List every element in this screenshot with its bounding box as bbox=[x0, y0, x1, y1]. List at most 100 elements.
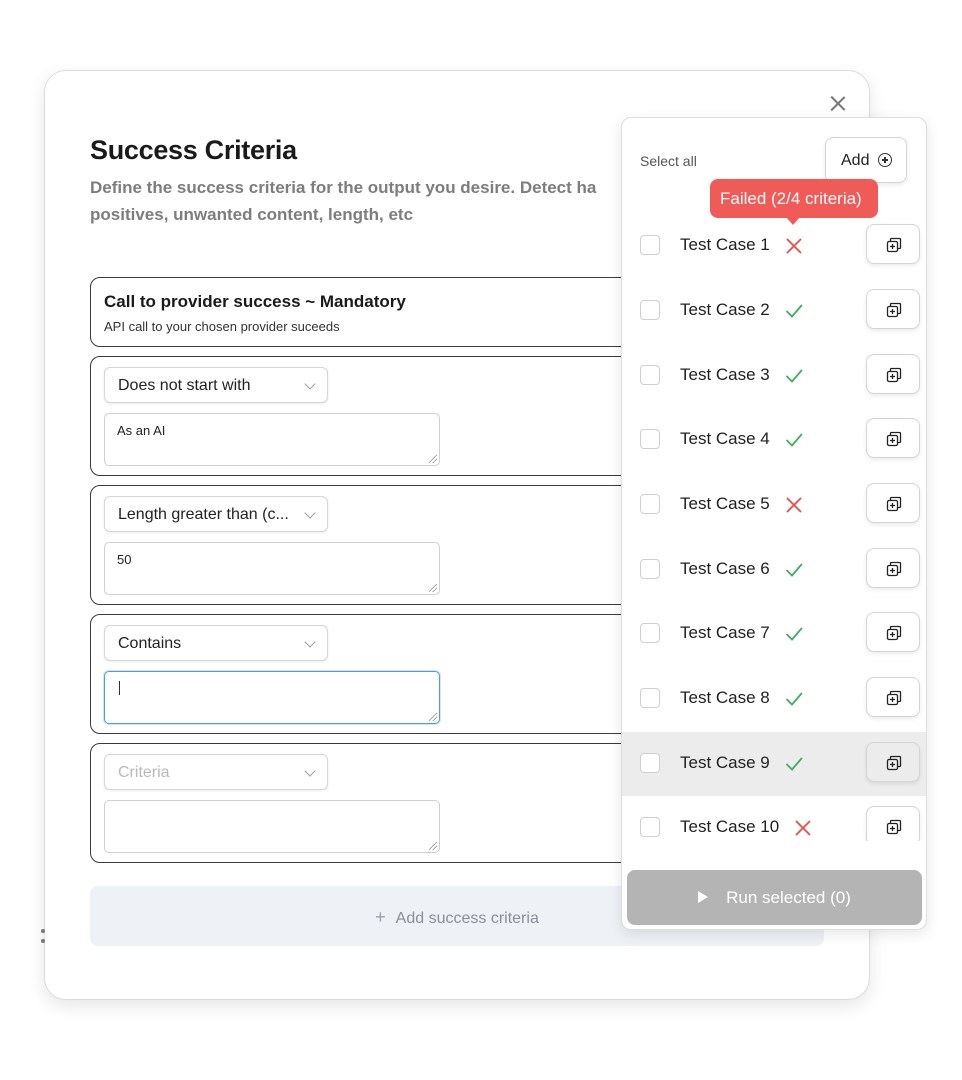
description-line-1: Define the success criteria for the outp… bbox=[90, 178, 597, 197]
chevron-down-icon bbox=[304, 636, 316, 648]
test-case-checkbox[interactable] bbox=[640, 817, 660, 837]
check-icon bbox=[786, 692, 803, 706]
test-case-row[interactable]: Test Case 1 bbox=[622, 214, 926, 278]
duplicate-button[interactable] bbox=[866, 612, 920, 652]
test-case-checkbox[interactable] bbox=[640, 365, 660, 385]
close-icon[interactable] bbox=[827, 93, 849, 115]
resize-handle[interactable] bbox=[429, 713, 437, 721]
duplicate-icon bbox=[886, 302, 902, 318]
criteria-card-3: Contains bbox=[90, 614, 690, 734]
list-bottom-fade bbox=[622, 841, 926, 857]
test-case-label[interactable]: Test Case 1 bbox=[680, 235, 770, 255]
chevron-down-icon bbox=[304, 765, 316, 777]
test-case-row[interactable]: Test Case 5 bbox=[622, 473, 926, 537]
test-case-label[interactable]: Test Case 8 bbox=[680, 688, 770, 708]
duplicate-button[interactable] bbox=[866, 418, 920, 458]
resize-handle[interactable] bbox=[429, 842, 437, 850]
run-selected-button[interactable]: Run selected (0) bbox=[627, 870, 922, 925]
duplicate-button[interactable] bbox=[866, 354, 920, 394]
test-case-row[interactable]: Test Case 4 bbox=[622, 408, 926, 472]
check-icon bbox=[786, 433, 803, 447]
run-button-label: Run selected (0) bbox=[726, 888, 851, 907]
mandatory-subtitle: API call to your chosen provider suceeds bbox=[104, 319, 340, 334]
duplicate-icon bbox=[886, 690, 902, 706]
duplicate-icon bbox=[886, 237, 902, 253]
test-case-label[interactable]: Test Case 3 bbox=[680, 365, 770, 385]
test-case-label[interactable]: Test Case 2 bbox=[680, 300, 770, 320]
resize-handle[interactable] bbox=[429, 584, 437, 592]
cross-icon bbox=[786, 238, 802, 254]
test-case-checkbox[interactable] bbox=[640, 429, 660, 449]
stage: Success Criteria Define the success crit… bbox=[0, 0, 962, 1080]
test-case-checkbox[interactable] bbox=[640, 494, 660, 514]
test-case-label[interactable]: Test Case 10 bbox=[680, 817, 779, 837]
duplicate-button[interactable] bbox=[866, 548, 920, 588]
play-icon bbox=[698, 891, 709, 903]
test-case-row[interactable]: Test Case 7 bbox=[622, 602, 926, 666]
duplicate-button[interactable] bbox=[866, 806, 920, 846]
criteria-type-select[interactable]: Length greater than (c... bbox=[104, 496, 328, 532]
duplicate-icon bbox=[886, 367, 902, 383]
check-icon bbox=[786, 369, 803, 383]
test-case-row[interactable]: Test Case 8 bbox=[622, 667, 926, 731]
test-case-checkbox[interactable] bbox=[640, 559, 660, 579]
criteria-value-input[interactable] bbox=[104, 671, 440, 724]
test-case-label[interactable]: Test Case 7 bbox=[680, 623, 770, 643]
resize-handle[interactable] bbox=[429, 455, 437, 463]
add-criteria-label: Add success criteria bbox=[395, 910, 539, 927]
test-case-checkbox[interactable] bbox=[640, 688, 660, 708]
chevron-down-icon bbox=[304, 378, 316, 390]
chevron-down-icon bbox=[304, 507, 316, 519]
criteria-type-select[interactable]: Does not start with bbox=[104, 367, 328, 403]
test-case-checkbox[interactable] bbox=[640, 753, 660, 773]
test-case-checkbox[interactable] bbox=[640, 623, 660, 643]
test-case-row[interactable]: Test Case 9 bbox=[622, 732, 926, 796]
duplicate-icon bbox=[886, 625, 902, 641]
criteria-type-placeholder: Criteria bbox=[118, 764, 170, 781]
duplicate-icon bbox=[886, 496, 902, 512]
duplicate-button[interactable] bbox=[866, 483, 920, 523]
duplicate-button[interactable] bbox=[866, 677, 920, 717]
select-all-link[interactable]: Select all bbox=[640, 153, 697, 169]
test-case-label[interactable]: Test Case 4 bbox=[680, 429, 770, 449]
criteria-type-value: Does not start with bbox=[118, 377, 251, 394]
criteria-value-input[interactable] bbox=[104, 800, 440, 853]
test-case-row[interactable]: Test Case 3 bbox=[622, 344, 926, 408]
criteria-value-text: As an AI bbox=[117, 423, 166, 438]
duplicate-button[interactable] bbox=[866, 742, 920, 782]
duplicate-button[interactable] bbox=[866, 289, 920, 329]
mandatory-title: Call to provider success ~ Mandatory bbox=[104, 292, 406, 311]
criteria-card-4: Criteria bbox=[90, 743, 690, 863]
test-case-row[interactable]: Test Case 6 bbox=[622, 538, 926, 602]
test-case-label[interactable]: Test Case 9 bbox=[680, 753, 770, 773]
test-case-panel: Select all Add Test Case 1 Test Case 2 Tes… bbox=[621, 117, 927, 930]
criteria-value-input[interactable]: As an AI bbox=[104, 413, 440, 466]
duplicate-icon bbox=[886, 819, 902, 835]
criteria-value-input[interactable]: 50 bbox=[104, 542, 440, 595]
test-case-checkbox[interactable] bbox=[640, 300, 660, 320]
criteria-type-select[interactable]: Contains bbox=[104, 625, 328, 661]
duplicate-button[interactable] bbox=[866, 224, 920, 264]
test-case-row[interactable]: Test Case 2 bbox=[622, 279, 926, 343]
check-icon bbox=[786, 757, 803, 771]
cross-icon bbox=[786, 497, 802, 513]
plus-circle-icon bbox=[878, 153, 892, 167]
duplicate-icon bbox=[886, 431, 902, 447]
dialog-description: Define the success criteria for the outp… bbox=[90, 174, 630, 228]
cross-icon bbox=[795, 820, 811, 836]
plus-icon: + bbox=[375, 907, 386, 927]
duplicate-icon bbox=[886, 561, 902, 577]
check-icon bbox=[786, 627, 803, 641]
check-icon bbox=[786, 304, 803, 318]
mandatory-criteria-card: Call to provider success ~ Mandatory API… bbox=[90, 277, 690, 347]
test-case-checkbox[interactable] bbox=[640, 235, 660, 255]
criteria-card-1: Does not start with As an AI bbox=[90, 356, 690, 476]
test-case-label[interactable]: Test Case 5 bbox=[680, 494, 770, 514]
add-test-case-button[interactable]: Add bbox=[825, 137, 907, 183]
dialog-title: Success Criteria bbox=[90, 135, 297, 165]
criteria-type-value: Length greater than (c... bbox=[118, 506, 289, 523]
add-button-label: Add bbox=[841, 152, 870, 169]
test-case-label[interactable]: Test Case 6 bbox=[680, 559, 770, 579]
check-icon bbox=[786, 563, 803, 577]
criteria-type-select[interactable]: Criteria bbox=[104, 754, 328, 790]
